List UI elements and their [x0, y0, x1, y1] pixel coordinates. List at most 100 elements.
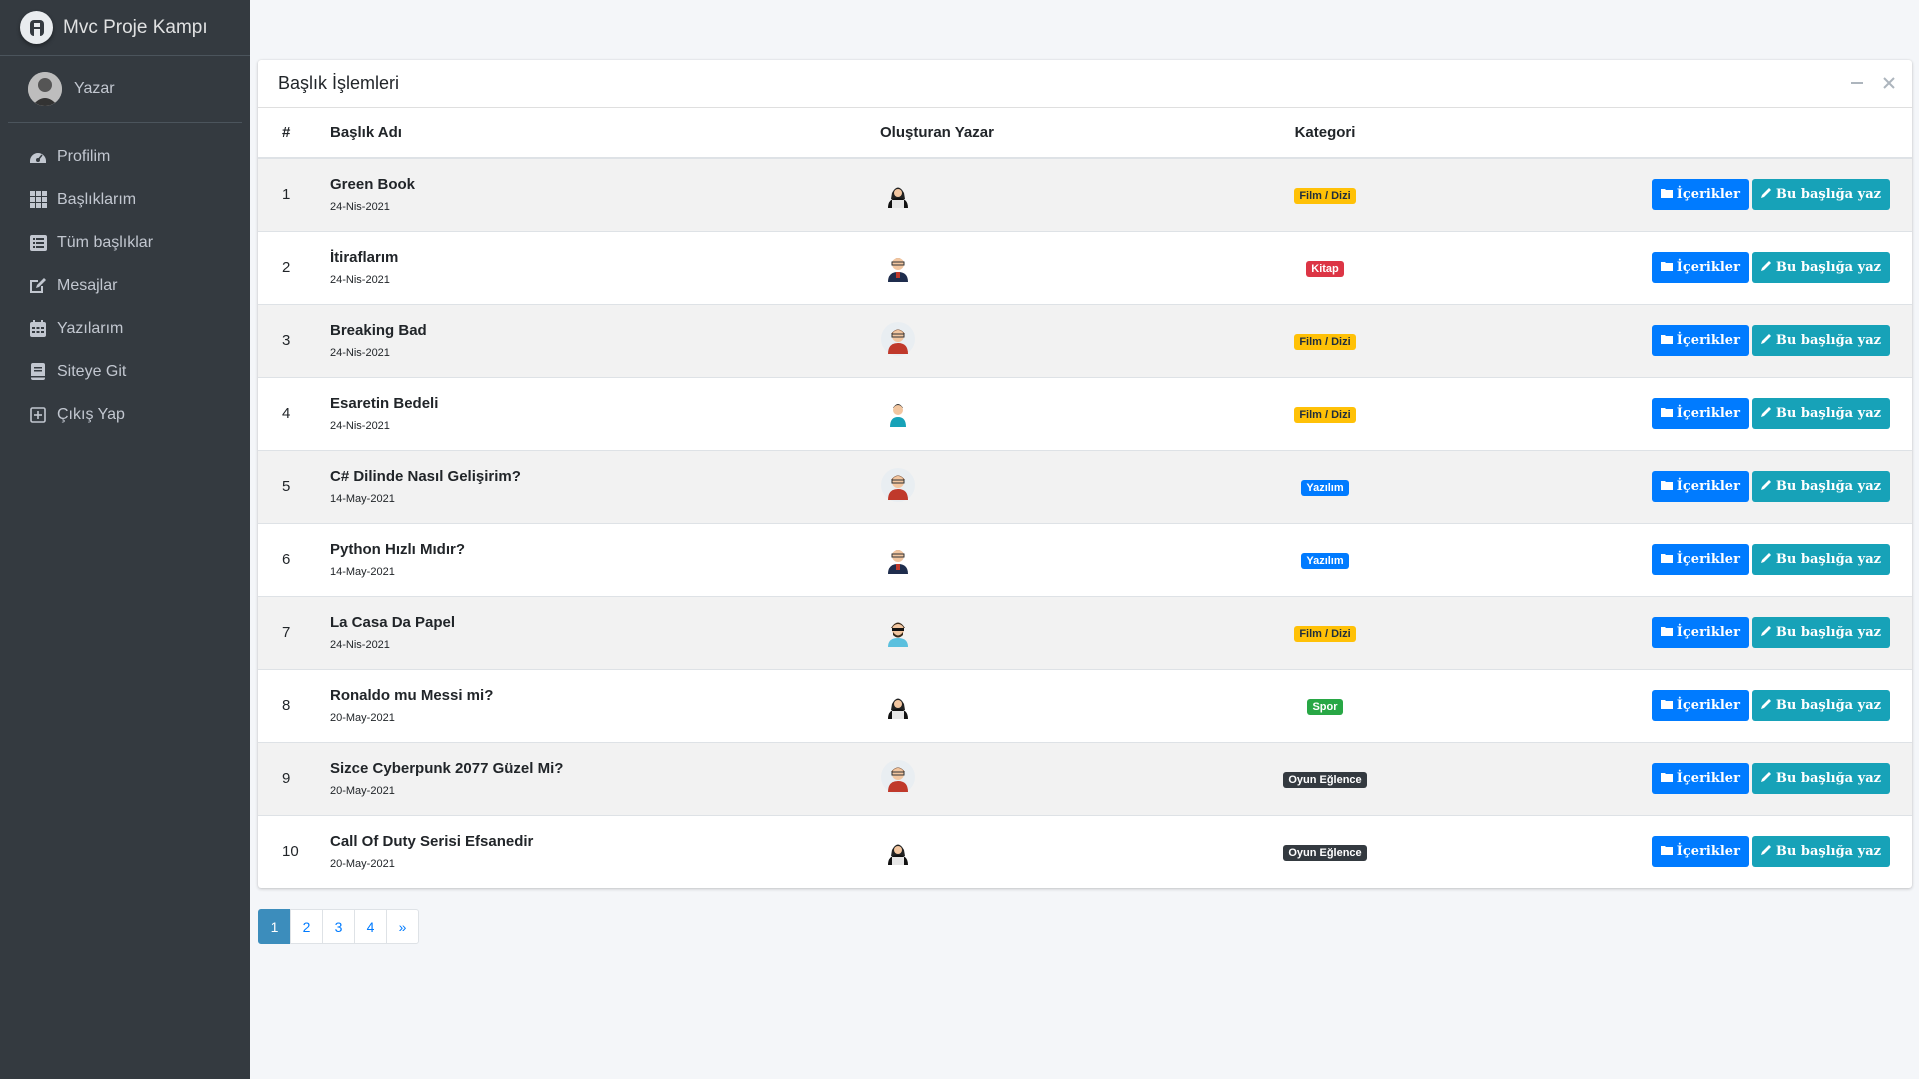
contents-button[interactable]: İçerikler [1651, 763, 1749, 794]
contents-button[interactable]: İçerikler [1651, 179, 1749, 211]
row-actions: İçerikler Bu başlığa yaz [1430, 304, 1912, 377]
row-title: Sizce Cyberpunk 2077 Güzel Mi? [330, 760, 564, 777]
write-button-label: Bu başlığa yaz [1775, 187, 1881, 203]
author-avatar [880, 176, 916, 212]
write-button[interactable]: Bu başlığa yaz [1751, 763, 1890, 794]
pencil-icon [1760, 771, 1772, 786]
author-avatar [880, 467, 916, 503]
contents-button[interactable]: İçerikler [1651, 471, 1749, 502]
book-icon [28, 362, 48, 382]
nav-item-yazilarim[interactable]: Yazılarım [0, 307, 250, 350]
row-title: Green Book [330, 176, 416, 194]
contents-button[interactable]: İçerikler [1651, 398, 1749, 429]
row-date: 24-Nis-2021 [330, 274, 390, 286]
row-title: Call Of Duty Serisi Efsanedir [330, 833, 534, 851]
row-title-cell: C# Dilinde Nasıl Gelişirim? 14-May-2021 [330, 450, 800, 523]
row-date: 24-Nis-2021 [330, 201, 390, 214]
row-date: 14-May-2021 [330, 493, 395, 505]
write-button[interactable]: Bu başlığa yaz [1751, 836, 1890, 868]
pencil-icon [1760, 187, 1772, 202]
write-button[interactable]: Bu başlığa yaz [1751, 471, 1890, 502]
page-link-4[interactable]: 4 [354, 909, 387, 944]
row-number: 4 [282, 405, 291, 422]
page-link-3[interactable]: 3 [322, 909, 355, 944]
row-title-cell: Python Hızlı Mıdır? 14-May-2021 [330, 523, 800, 596]
page-link-1[interactable]: 1 [258, 909, 291, 944]
pencil-icon [1760, 479, 1772, 494]
write-button[interactable]: Bu başlığa yaz [1751, 544, 1890, 575]
contents-button[interactable]: İçerikler [1651, 325, 1749, 356]
contents-button-label: İçerikler [1676, 406, 1740, 421]
write-button[interactable]: Bu başlığa yaz [1751, 690, 1890, 721]
write-button-label: Bu başlığa yaz [1775, 333, 1881, 348]
row-date: 20-May-2021 [330, 785, 395, 797]
header-num: # [282, 124, 291, 141]
folder-icon [1660, 552, 1673, 567]
write-button[interactable]: Bu başlığa yaz [1751, 398, 1890, 429]
table-row: 6 Python Hızlı Mıdır? 14-May-2021 Yazılım İç… [258, 523, 1912, 596]
row-category-cell: Kitap [1220, 231, 1430, 304]
contents-button[interactable]: İçerikler [1651, 836, 1749, 868]
row-category-cell: Spor [1220, 669, 1430, 742]
contents-button[interactable]: İçerikler [1651, 252, 1749, 283]
nav-item-basliklarim[interactable]: Başlıklarım [0, 178, 250, 221]
pencil-icon [1760, 625, 1772, 640]
page-link-2[interactable]: 2 [290, 909, 323, 944]
author-avatar [880, 395, 916, 431]
category-badge: Oyun Eğlence [1283, 844, 1367, 861]
nav-label: Profilim [57, 147, 111, 165]
folder-icon [1660, 771, 1673, 786]
nav-item-cikis-yap[interactable]: Çıkış Yap [0, 393, 250, 436]
author-avatar [880, 541, 916, 577]
user-panel[interactable]: Yazar [8, 56, 242, 123]
author-avatar [880, 249, 916, 285]
contents-button-label: İçerikler [1676, 260, 1740, 275]
category-badge: Film / Dizi [1294, 333, 1356, 350]
card-title: Başlık İşlemleri [278, 73, 400, 93]
row-author-cell [800, 669, 1220, 742]
author-avatar [880, 687, 916, 723]
write-button[interactable]: Bu başlığa yaz [1751, 252, 1890, 283]
page-next[interactable]: » [386, 909, 419, 944]
user-avatar [28, 72, 62, 106]
nav-label: Başlıklarım [57, 190, 137, 208]
row-category-cell: Film / Dizi [1220, 304, 1430, 377]
table-header-row: # Başlık Adı Oluşturan Yazar Kategori [258, 108, 1912, 158]
row-author-cell [800, 742, 1220, 815]
folder-icon [1660, 187, 1673, 202]
close-icon[interactable] [1880, 74, 1898, 92]
contents-button[interactable]: İçerikler [1651, 544, 1749, 575]
row-number: 10 [282, 843, 299, 861]
table-row: 1 Green Book 24-Nis-2021 Film / Dizi İçerikl… [258, 158, 1912, 231]
brand-link[interactable]: Mvc Proje Kampı [0, 0, 250, 56]
card-tools [1848, 74, 1898, 92]
row-number: 2 [282, 259, 291, 276]
row-category-cell: Yazılım [1220, 523, 1430, 596]
contents-button-label: İçerikler [1676, 552, 1740, 567]
category-badge: Yazılım [1301, 552, 1349, 569]
grid-icon [28, 190, 48, 210]
write-button[interactable]: Bu başlığa yaz [1751, 325, 1890, 356]
collapse-icon[interactable] [1848, 74, 1866, 92]
write-button-label: Bu başlığa yaz [1775, 479, 1881, 494]
row-date: 14-May-2021 [330, 566, 395, 578]
contents-button[interactable]: İçerikler [1651, 690, 1749, 721]
write-button[interactable]: Bu başlığa yaz [1751, 617, 1890, 648]
card-header: Başlık İşlemleri [258, 60, 1912, 108]
row-title: Esaretin Bedeli [330, 395, 439, 412]
nav-item-siteye-git[interactable]: Siteye Git [0, 350, 250, 393]
write-button-label: Bu başlığa yaz [1775, 260, 1881, 275]
contents-button-label: İçerikler [1676, 771, 1740, 786]
write-button[interactable]: Bu başlığa yaz [1751, 179, 1890, 211]
contents-button[interactable]: İçerikler [1651, 617, 1749, 648]
nav-item-mesajlar[interactable]: Mesajlar [0, 264, 250, 307]
contents-button-label: İçerikler [1676, 698, 1740, 713]
row-actions: İçerikler Bu başlığa yaz [1430, 158, 1912, 231]
header-category: Kategori [1294, 124, 1356, 141]
category-badge: Film / Dizi [1294, 187, 1356, 204]
nav-item-tum-basliklar[interactable]: Tüm başlıklar [0, 221, 250, 264]
folder-icon [1660, 844, 1673, 859]
titles-card: Başlık İşlemleri # Başlık Adı Oluşturan … [258, 60, 1912, 888]
header-author: Oluşturan Yazar [880, 124, 994, 141]
nav-item-profilim[interactable]: Profilim [0, 135, 250, 178]
